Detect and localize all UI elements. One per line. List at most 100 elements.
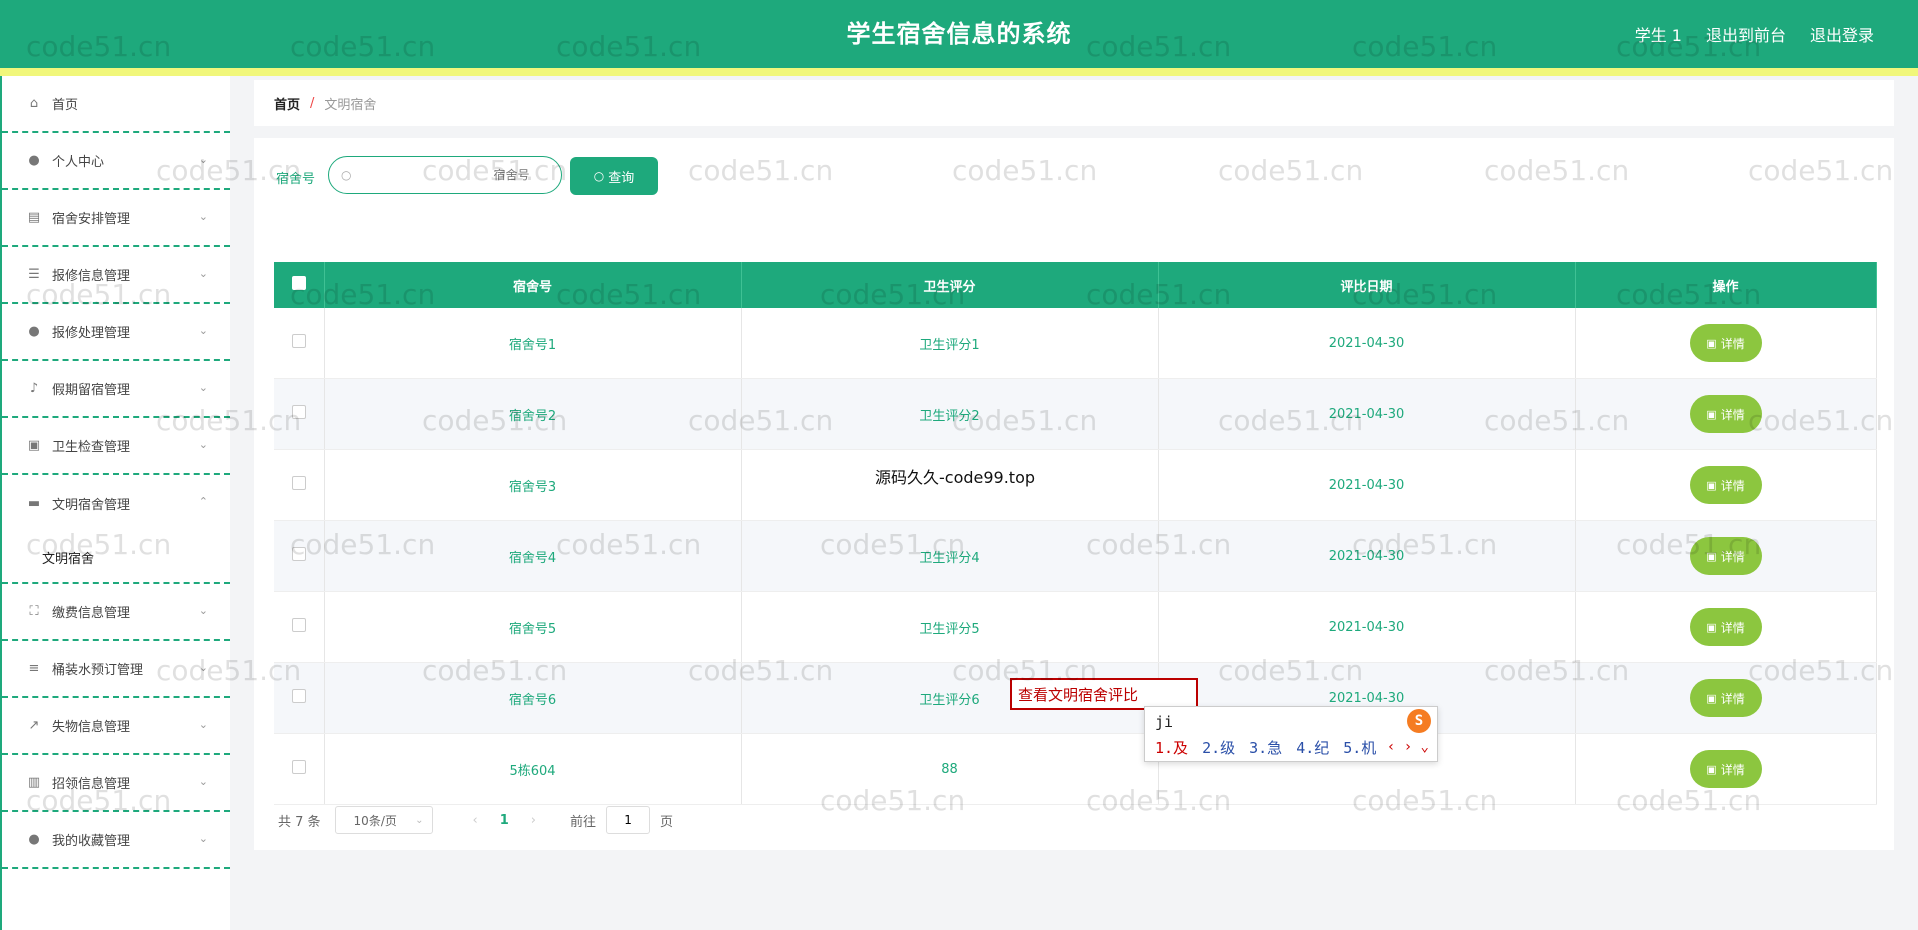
detail-button-label: 详情 [1720,336,1745,351]
chevron-down-icon: ⌄ [198,210,208,223]
row-checkbox[interactable] [291,618,306,632]
ime-logo-icon: S [1407,709,1431,733]
detail-button[interactable]: ▣ 详情 [1689,395,1762,433]
sidebar-item-civilized-dorm[interactable]: ▬ 文明宿舍管理 ⌃ [2,475,230,532]
pagination-total: 共 7 条 [278,814,321,830]
sidebar-item-home[interactable]: ⌂ 首页 [2,76,230,133]
detail-button[interactable]: ▣ 详情 [1689,324,1762,362]
sidebar-item-label: 假期留宿管理 [52,383,131,398]
score-cell: 88 [741,733,1159,805]
user-icon: ● [28,153,40,168]
pagination: 共 7 条 10条/页 ⌄ ‹ 1 › 前往 页 [278,806,673,834]
detail-button[interactable]: ▣ 详情 [1689,750,1762,788]
row-checkbox[interactable] [291,760,306,774]
chevron-down-icon: ⌄ [415,814,424,826]
chevron-down-icon: ⌄ [198,438,208,451]
breadcrumb-home[interactable]: 首页 [274,94,300,113]
sidebar-item-repair-handling[interactable]: ● 报修处理管理 ⌄ [2,304,230,361]
sidebar-item-repair-info[interactable]: ☰ 报修信息管理 ⌄ [2,247,230,304]
document-icon: ▣ [1706,691,1717,705]
detail-button[interactable]: ▣ 详情 [1689,537,1762,575]
detail-button[interactable]: ▣ 详情 [1689,608,1762,646]
document-icon: ▣ [1706,407,1717,421]
ime-candidate[interactable]: 4.纪 [1296,737,1329,758]
page-size-select[interactable]: 10条/页 ⌄ [334,806,433,834]
user-icon: ● [28,832,40,847]
prev-page-button[interactable]: ‹ [473,813,478,828]
search-input[interactable] [357,167,532,183]
search-field[interactable]: ○ [328,156,562,194]
detail-button-label: 详情 [1720,549,1745,564]
ime-pinyin: ji [1155,713,1174,731]
sidebar-item-water-order[interactable]: ≡ 桶装水预订管理 ⌄ [2,641,230,698]
room-cell: 宿舍号4 [324,520,742,592]
room-cell: 宿舍号3 [324,449,742,521]
stack-icon: ▬ [27,496,41,511]
search-button[interactable]: ○ 查询 [570,157,658,195]
detail-button[interactable]: ▣ 详情 [1689,466,1762,504]
sidebar-item-dorm-arrangement[interactable]: ▤ 宿舍安排管理 ⌄ [2,190,230,247]
document-icon: ▣ [1706,478,1717,492]
row-checkbox[interactable] [291,689,306,703]
app-title: 学生宿舍信息的系统 [846,20,1072,48]
document-icon: ▣ [1706,336,1717,350]
sidebar-item-label: 失物信息管理 [52,720,131,735]
user-link[interactable]: 学生 1 [1635,22,1682,46]
board-icon: ▥ [27,775,41,790]
clipboard-icon: ▤ [27,210,41,225]
next-page-button[interactable]: › [531,813,536,828]
page-number[interactable]: 1 [500,813,509,828]
table-row: 宿舍号3 2021-04-30 ▣ 详情 [274,449,1877,521]
sidebar-item-label: 卫生检查管理 [52,440,131,455]
sidebar-item-payment[interactable]: ⛶ 缴费信息管理 ⌄ [2,584,230,641]
sidebar-item-label: 我的收藏管理 [52,834,131,849]
sidebar-item-lost-items[interactable]: ↗ 失物信息管理 ⌄ [2,698,230,755]
row-checkbox[interactable] [291,334,306,348]
table-row: 宿舍号2 卫生评分2 2021-04-30 ▣ 详情 [274,378,1877,450]
sidebar-item-found-items[interactable]: ▥ 招领信息管理 ⌄ [2,755,230,812]
room-cell: 宿舍号1 [324,308,742,379]
data-table: 宿舍号 卫生评分 评比日期 操作 宿舍号1 卫生评分1 2021-04-30 ▣… [274,262,1877,805]
chevron-down-icon: ⌄ [198,153,208,166]
table-row: 宿舍号5 卫生评分5 2021-04-30 ▣ 详情 [274,591,1877,663]
row-checkbox[interactable] [291,547,306,561]
sliders-icon: ☰ [28,267,40,282]
chevron-down-icon: ⌄ [198,604,208,617]
sidebar-item-label: 宿舍安排管理 [52,212,131,227]
top-links: 学生 1 退出到前台 退出登录 [1635,22,1874,46]
sidebar-item-favorites[interactable]: ● 我的收藏管理 ⌄ [2,812,230,869]
ime-nav-arrows[interactable]: ‹ › ⌄ [1387,739,1429,755]
room-cell: 5栋604 [324,733,742,805]
chevron-down-icon: ⌄ [198,381,208,394]
chevron-down-icon: ⌄ [198,718,208,731]
sidebar-item-label: 报修信息管理 [52,269,131,284]
ime-candidate[interactable]: 2.级 [1202,737,1235,758]
detail-button-label: 详情 [1720,478,1745,493]
breadcrumb-separator: / [310,95,315,111]
fullscreen-icon: ⛶ [29,604,39,619]
ime-candidate-window: ji S 1.及 2.级 3.急 4.纪 5.机 ‹ › ⌄ [1144,706,1438,762]
detail-button[interactable]: ▣ 详情 [1689,679,1762,717]
column-header: 操作 [1575,262,1877,308]
select-all-checkbox[interactable] [291,276,306,290]
sidebar-item-hygiene-check[interactable]: ▣ 卫生检查管理 ⌄ [2,418,230,475]
row-checkbox[interactable] [291,405,306,419]
room-cell: 宿舍号5 [324,591,742,663]
sidebar-item-profile[interactable]: ● 个人中心 ⌄ [2,133,230,190]
exit-to-front-link[interactable]: 退出到前台 [1706,22,1786,46]
date-cell: 2021-04-30 [1158,449,1576,521]
goto-page-input[interactable] [606,806,651,834]
logout-link[interactable]: 退出登录 [1810,22,1874,46]
menu-icon: ≡ [28,661,40,676]
sidebar-item-holiday-stay[interactable]: ♪ 假期留宿管理 ⌄ [2,361,230,418]
row-checkbox[interactable] [291,476,306,490]
detail-button-label: 详情 [1720,620,1745,635]
ime-candidate[interactable]: 3.急 [1249,737,1282,758]
sidebar-item-label: 文明宿舍管理 [52,498,131,513]
sidebar-item-label: 缴费信息管理 [52,606,131,621]
sidebar: ⌂ 首页 ● 个人中心 ⌄ ▤ 宿舍安排管理 ⌄ ☰ 报修信息管理 ⌄ ● 报修… [0,76,230,930]
sidebar-subitem-civilized-dorm[interactable]: 文明宿舍 [2,532,230,584]
chevron-down-icon: ⌄ [198,324,208,337]
ime-candidate[interactable]: 5.机 [1343,737,1376,758]
ime-candidate[interactable]: 1.及 [1155,737,1188,758]
